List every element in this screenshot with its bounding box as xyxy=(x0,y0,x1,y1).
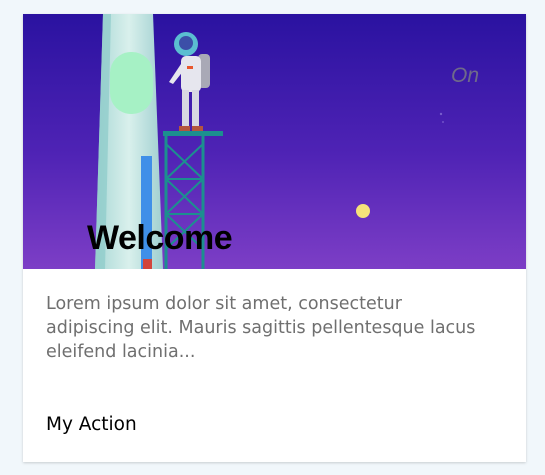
status-label: On xyxy=(451,64,480,87)
my-action-button[interactable]: My Action xyxy=(46,412,137,438)
card-title: Welcome xyxy=(87,219,233,257)
card: On Welcome Lorem ipsum dolor sit amet, c… xyxy=(23,14,526,462)
card-media: On Welcome xyxy=(23,14,526,269)
card-description: Lorem ipsum dolor sit amet, consectetur … xyxy=(46,294,476,362)
